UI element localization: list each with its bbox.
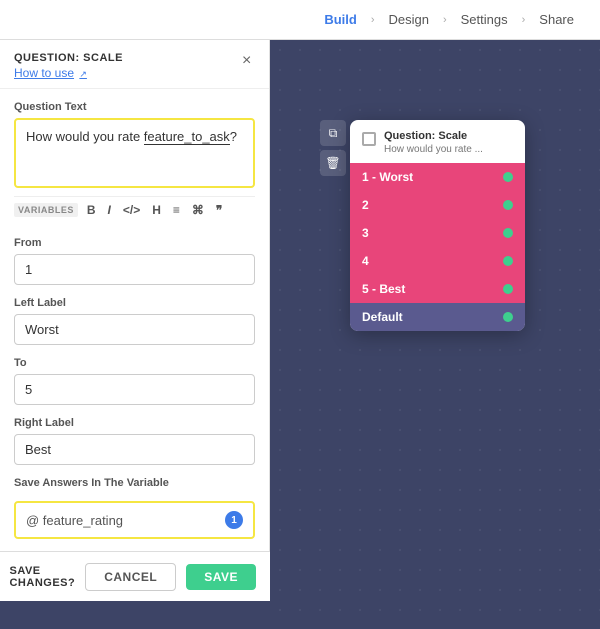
toolbar-code[interactable]: </> xyxy=(120,202,143,218)
option-dot-2 xyxy=(503,228,513,238)
card-checkbox xyxy=(362,132,376,146)
scale-option-4[interactable]: 5 - Best xyxy=(350,275,525,303)
toolbar-heading[interactable]: H xyxy=(149,202,164,218)
scale-option-0[interactable]: 1 - Worst xyxy=(350,163,525,191)
delete-button[interactable]: 🗑 xyxy=(320,150,346,176)
option-dot-5 xyxy=(503,312,513,322)
scale-option-label-5: Default xyxy=(362,310,403,324)
to-label: To xyxy=(14,357,255,369)
nav-chevron-2: › xyxy=(443,14,447,26)
from-group: From xyxy=(14,237,255,285)
left-label-group: Left Label xyxy=(14,297,255,345)
scale-option-label-1: 2 xyxy=(362,198,369,212)
nav-chevron-1: › xyxy=(371,14,375,26)
from-input[interactable] xyxy=(14,254,255,285)
save-button[interactable]: SAVE xyxy=(186,564,256,590)
card-subtitle: How would you rate ... xyxy=(384,144,483,155)
right-canvas: ⧉ 🗑 Question: Scale How would you rate .… xyxy=(270,40,600,629)
option-dot-1 xyxy=(503,200,513,210)
panel-subtitle-link[interactable]: How to use ↗ xyxy=(14,66,255,80)
editor-toolbar: VARIABLES B I </> H ≡ ⌘ ❞ xyxy=(14,196,255,223)
right-label-group: Right Label xyxy=(14,417,255,465)
toolbar-quote[interactable]: ❞ xyxy=(213,202,225,218)
save-changes-label: SAVE CHANGES? xyxy=(9,565,75,589)
toolbar-bold[interactable]: B xyxy=(84,202,99,218)
question-card: Question: Scale How would you rate ... 1… xyxy=(350,120,525,331)
right-label-label: Right Label xyxy=(14,417,255,429)
nav-settings[interactable]: Settings xyxy=(451,8,518,31)
question-text-after: ? xyxy=(230,129,237,144)
toolbar-list[interactable]: ≡ xyxy=(170,202,183,218)
left-panel: QUESTION: SCALE How to use ↗ × Question … xyxy=(0,40,270,551)
scale-option-label-0: 1 - Worst xyxy=(362,170,413,184)
nav-design[interactable]: Design xyxy=(379,8,439,31)
variables-tag[interactable]: VARIABLES xyxy=(14,203,78,217)
card-actions: ⧉ 🗑 xyxy=(320,120,346,176)
bottom-bar: SAVE CHANGES? CANCEL SAVE xyxy=(0,551,270,601)
left-panel-wrapper: QUESTION: SCALE How to use ↗ × Question … xyxy=(0,40,270,629)
right-label-input[interactable] xyxy=(14,434,255,465)
scale-option-2[interactable]: 3 xyxy=(350,219,525,247)
question-text-variable: feature_to_ask xyxy=(144,129,230,145)
scale-option-label-4: 5 - Best xyxy=(362,282,405,296)
option-dot-4 xyxy=(503,284,513,294)
nav-build[interactable]: Build xyxy=(314,8,367,31)
save-answers-label: Save answers in the variable xyxy=(14,477,255,489)
toolbar-link[interactable]: ⌘ xyxy=(189,202,207,218)
option-dot-0 xyxy=(503,172,513,182)
scale-option-label-3: 4 xyxy=(362,254,369,268)
panel-body: Question text How would you rate feature… xyxy=(0,89,269,551)
save-answers-box: 1 xyxy=(14,501,255,539)
question-card-header: Question: Scale How would you rate ... xyxy=(350,120,525,163)
scale-option-label-2: 3 xyxy=(362,226,369,240)
nav-chevron-3: › xyxy=(522,14,526,26)
left-label-label: Left Label xyxy=(14,297,255,309)
cancel-button[interactable]: CANCEL xyxy=(85,563,176,591)
from-label: From xyxy=(14,237,255,249)
nav-share[interactable]: Share xyxy=(529,8,584,31)
how-to-use-link[interactable]: How to use xyxy=(14,66,74,80)
close-button[interactable]: × xyxy=(242,52,251,70)
scale-options: 1 - Worst 2 3 4 5 - Best Default xyxy=(350,163,525,331)
duplicate-button[interactable]: ⧉ xyxy=(320,120,346,146)
to-group: To xyxy=(14,357,255,405)
toolbar-italic[interactable]: I xyxy=(105,202,114,218)
top-nav: Build › Design › Settings › Share xyxy=(0,0,600,40)
save-answers-input[interactable] xyxy=(26,513,225,528)
main-content: QUESTION: SCALE How to use ↗ × Question … xyxy=(0,40,600,629)
question-text-box[interactable]: How would you rate feature_to_ask? xyxy=(14,118,255,188)
to-input[interactable] xyxy=(14,374,255,405)
panel-header: QUESTION: SCALE How to use ↗ × xyxy=(0,40,269,89)
scale-option-1[interactable]: 2 xyxy=(350,191,525,219)
question-text-label: Question text xyxy=(14,101,255,113)
card-title: Question: Scale xyxy=(384,130,483,142)
scale-option-3[interactable]: 4 xyxy=(350,247,525,275)
scale-option-5[interactable]: Default xyxy=(350,303,525,331)
left-label-input[interactable] xyxy=(14,314,255,345)
nav-items: Build › Design › Settings › Share xyxy=(314,8,584,31)
option-dot-3 xyxy=(503,256,513,266)
question-text-before: How would you rate xyxy=(26,129,144,144)
panel-title: QUESTION: SCALE xyxy=(14,52,255,64)
external-link-icon: ↗ xyxy=(79,69,87,79)
save-answers-badge: 1 xyxy=(225,511,243,529)
